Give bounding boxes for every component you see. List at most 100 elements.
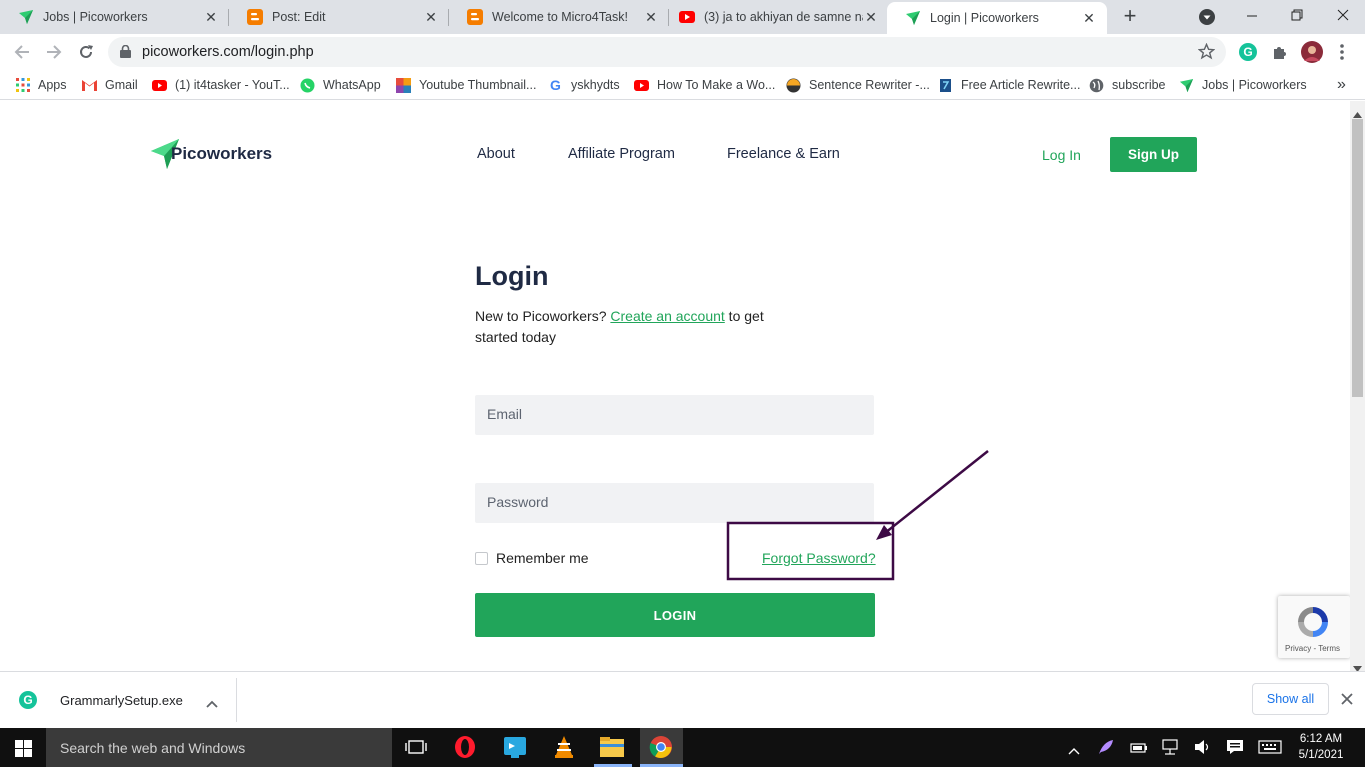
taskbar-search-box[interactable]: Search the web and Windows [46, 728, 392, 767]
bookmark-it4tasker[interactable]: (1) it4tasker - YouT... [152, 76, 290, 94]
annotation-arrow-head [876, 525, 892, 540]
url-text: picoworkers.com/login.php [142, 44, 314, 60]
tab-title: Jobs | Picoworkers [43, 10, 148, 24]
bookmark-label: How To Make a Wo... [657, 78, 776, 92]
rewriter-icon [786, 78, 801, 93]
forward-arrow-icon[interactable] [42, 40, 66, 64]
bookmark-label: Gmail [105, 78, 138, 92]
back-arrow-icon[interactable] [10, 40, 34, 64]
annotation-overlay [726, 450, 989, 581]
youtube-icon [152, 78, 167, 93]
tab-youtube-song[interactable]: (3) ja to akhiyan de samne na ✕ [669, 0, 889, 34]
close-tab-icon[interactable]: ✕ [863, 9, 879, 25]
tab-title: Post: Edit [272, 10, 326, 24]
browser-menu-icon[interactable] [1339, 43, 1345, 61]
blogger-favicon-icon [467, 9, 483, 25]
volume-icon[interactable] [1194, 739, 1212, 760]
page-scrollbar[interactable] [1350, 101, 1365, 672]
grammarly-file-icon: G [19, 691, 37, 709]
tab-title: Login | Picoworkers [930, 11, 1039, 25]
close-tab-icon[interactable]: ✕ [423, 9, 439, 25]
chevron-up-icon[interactable] [206, 695, 218, 713]
recaptcha-terms-link[interactable]: Terms [1318, 644, 1340, 653]
tab-post-edit[interactable]: Post: Edit ✕ [229, 0, 449, 34]
tab-title: (3) ja to akhiyan de samne na [704, 10, 863, 24]
annotation-arrow-line [884, 450, 989, 534]
bookmark-label: Free Article Rewrite... [961, 78, 1081, 92]
clock-date: 5/1/2021 [1298, 749, 1344, 761]
close-tab-icon[interactable]: ✕ [643, 9, 659, 25]
download-shelf: G GrammarlySetup.exe Show all [0, 671, 1365, 728]
page-content: Picoworkers About Affiliate Program Free… [0, 101, 1350, 671]
bookmark-whatsapp[interactable]: WhatsApp [300, 76, 381, 94]
bookmark-youtube-thumbnail[interactable]: Youtube Thumbnail... [396, 76, 536, 94]
tab-login-picoworkers[interactable]: Login | Picoworkers ✕ [887, 2, 1107, 34]
bookmark-subscribe[interactable]: subscribe [1089, 76, 1166, 94]
close-shelf-icon[interactable] [1341, 692, 1353, 710]
scrollbar-thumb[interactable] [1352, 119, 1363, 397]
bookmark-free-article-rewriter[interactable]: Free Article Rewrite... [938, 76, 1080, 94]
vlc-icon[interactable] [550, 733, 578, 761]
thumbnail-icon [396, 77, 411, 93]
bookmark-apps[interactable]: Apps [15, 76, 67, 94]
tab-jobs-picoworkers[interactable]: Jobs | Picoworkers ✕ [0, 0, 229, 34]
profile-avatar[interactable] [1301, 41, 1323, 63]
screen-app-icon[interactable] [501, 733, 529, 761]
close-tab-icon[interactable]: ✕ [1081, 10, 1097, 26]
bookmarks-bar: Apps Gmail (1) it4tasker - YouT... Whats… [0, 70, 1365, 100]
bookmark-yskhydts[interactable]: G yskhydts [548, 76, 620, 94]
tab-micro4task[interactable]: Welcome to Micro4Task! ✕ [449, 0, 669, 34]
bookmark-jobs-picoworkers[interactable]: Jobs | Picoworkers [1179, 76, 1307, 94]
new-tab-button[interactable]: + [1119, 5, 1141, 27]
file-explorer-icon[interactable] [598, 733, 626, 761]
minimize-icon[interactable] [1243, 6, 1261, 24]
annotation-highlight-box [726, 521, 895, 581]
bookmark-sentence-rewriter[interactable]: Sentence Rewriter -... [786, 76, 930, 94]
download-file-name[interactable]: GrammarlySetup.exe [60, 693, 183, 708]
reload-icon[interactable] [74, 40, 98, 64]
recaptcha-links: Privacy - Terms [1285, 644, 1340, 653]
recaptcha-privacy-link[interactable]: Privacy [1285, 644, 1311, 653]
pen-feather-icon[interactable] [1097, 738, 1115, 761]
google-icon: G [550, 77, 561, 93]
windows-taskbar: Search the web and Windows 6:12 AM 5/1/2… [0, 728, 1365, 767]
youtube-favicon-icon [679, 9, 695, 25]
youtube-icon [634, 78, 649, 93]
globe-icon [1089, 78, 1104, 93]
close-tab-icon[interactable]: ✕ [203, 9, 219, 25]
recaptcha-badge[interactable]: Privacy - Terms [1278, 596, 1350, 658]
taskbar-clock[interactable]: 6:12 AM 5/1/2021 [1296, 731, 1346, 763]
bookmark-star-icon[interactable] [1197, 42, 1216, 65]
more-bookmarks-button[interactable]: » [1337, 76, 1346, 94]
opera-icon[interactable] [451, 733, 479, 761]
bookmark-how-to-make[interactable]: How To Make a Wo... [634, 76, 775, 94]
tab-title: Welcome to Micro4Task! [492, 10, 628, 24]
show-all-downloads-button[interactable]: Show all [1252, 683, 1329, 715]
windows-start-icon[interactable] [15, 740, 32, 762]
picoworkers-favicon-icon [1179, 78, 1194, 93]
bookmark-label: Sentence Rewriter -... [809, 78, 930, 92]
address-bar[interactable]: picoworkers.com/login.php [108, 37, 1226, 67]
close-window-icon[interactable] [1334, 6, 1352, 24]
apps-grid-icon [15, 78, 30, 93]
picoworkers-favicon-icon [905, 10, 921, 26]
network-icon[interactable] [1162, 739, 1180, 760]
bookmark-label: (1) it4tasker - YouT... [175, 78, 290, 92]
bookmark-gmail[interactable]: Gmail [82, 76, 138, 94]
tab-search-icon[interactable] [1199, 9, 1215, 25]
chrome-taskbar-slot[interactable] [640, 728, 683, 767]
article-icon [938, 78, 953, 93]
blogger-favicon-icon [247, 9, 263, 25]
task-view-icon[interactable] [402, 733, 430, 761]
bookmark-label: Apps [38, 78, 67, 92]
restore-icon[interactable] [1288, 6, 1306, 24]
notification-message-icon[interactable] [1226, 739, 1244, 760]
keyboard-icon[interactable] [1258, 740, 1282, 759]
bookmark-label: yskhydts [571, 78, 620, 92]
grammarly-extension-icon[interactable]: G [1239, 43, 1257, 61]
extensions-puzzle-icon[interactable] [1271, 43, 1289, 61]
tray-chevron-up-icon[interactable] [1068, 742, 1080, 760]
recaptcha-icon [1294, 604, 1332, 645]
battery-icon[interactable] [1130, 740, 1148, 759]
whatsapp-icon [300, 78, 315, 93]
